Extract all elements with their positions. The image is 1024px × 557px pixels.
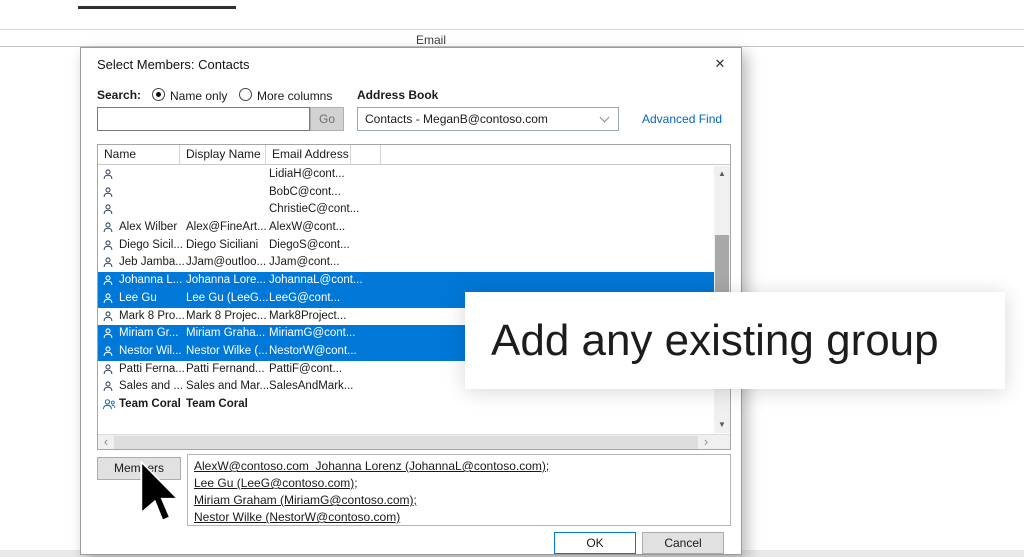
column-header-display-name[interactable]: Display Name [180,145,266,165]
background-tab-indicator [78,6,236,9]
contact-email: Mark8Project... [269,308,419,326]
scroll-up-icon[interactable]: ▲ [714,166,730,182]
contact-name: Diego Sicil... [119,237,184,255]
horizontal-scrollbar-thumb[interactable] [114,436,698,449]
contact-email: JohannaL@cont... [269,272,419,290]
contact-display-name: Johanna Lore... [186,272,268,290]
contact-row[interactable]: Jeb Jamba... JJam@outloo... JJam@cont... [98,254,714,272]
contact-name: Sales and ... [119,378,184,396]
background-email-label: Email [416,33,446,47]
person-icon [102,345,114,358]
contact-name: Alex Wilber [119,219,184,237]
contact-name: Mark 8 Pro... [119,308,184,326]
contact-display-name: Team Coral [186,396,268,414]
contact-email: PattiF@cont... [269,361,419,379]
contact-row[interactable]: Diego Sicil... Diego Siciliani DiegoS@co… [98,237,714,255]
radio-name-only[interactable] [152,88,165,101]
member-entry: Nestor Wilke (NestorW@contoso.com) [194,509,724,526]
go-button[interactable]: Go [310,107,344,131]
scroll-left-icon[interactable]: ‹ [98,435,114,450]
contact-email: SalesAndMark... [269,378,419,396]
contact-display-name: Patti Fernand... [186,361,268,379]
contact-display-name: Lee Gu (LeeG... [186,290,268,308]
advanced-find-link[interactable]: Advanced Find [642,112,722,126]
contact-name: Jeb Jamba... [119,254,184,272]
person-icon [102,292,114,305]
member-entry: Miriam Graham (MiriamG@contoso.com); [194,492,724,509]
scroll-right-icon[interactable]: › [698,435,714,450]
person-icon [102,310,114,323]
person-icon [102,221,114,234]
radio-name-only-label[interactable]: Name only [170,89,227,103]
contact-email: LidiaH@cont... [269,166,419,184]
person-icon [102,327,114,340]
contact-display-name: Nestor Wilke (... [186,343,268,361]
person-icon [102,363,114,376]
member-entry: Lee Gu (LeeG@contoso.com); [194,475,724,492]
contact-email: NestorW@cont... [269,343,419,361]
contact-display-name: Diego Siciliani [186,237,268,255]
radio-more-columns-label[interactable]: More columns [257,89,332,103]
column-header-name[interactable]: Name [98,145,180,165]
contact-display-name: Sales and Mar... [186,378,268,396]
contact-email: DiegoS@cont... [269,237,419,255]
contact-name: Lee Gu [119,290,184,308]
person-icon [102,274,114,287]
dialog-title: Select Members: Contacts [97,57,249,72]
horizontal-scrollbar[interactable]: ‹ › [98,434,730,449]
contact-name: Patti Ferna... [119,361,184,379]
contact-display-name: JJam@outloo... [186,254,268,272]
address-book-label: Address Book [357,88,438,102]
contact-name: Team Coral [119,396,184,414]
contact-email: BobC@cont... [269,184,419,202]
contact-row[interactable]: ChristieC@cont... [98,201,714,219]
column-header-email-address[interactable]: Email Address [266,145,351,165]
contact-email: AlexW@cont... [269,219,419,237]
contact-display-name: Mark 8 Projec... [186,308,268,326]
cancel-button[interactable]: Cancel [642,532,724,554]
contact-display-name: Miriam Graha... [186,325,268,343]
search-label: Search: [97,88,141,102]
background-divider [0,29,1024,30]
contact-email: MiriamG@cont... [269,325,419,343]
callout-banner: Add any existing group [465,292,1005,389]
close-icon[interactable]: ✕ [707,53,733,75]
contact-name: Miriam Gr... [119,325,184,343]
contact-name: Nestor Wil... [119,343,184,361]
contact-row[interactable]: Alex Wilber Alex@FineArt... AlexW@cont..… [98,219,714,237]
address-book-value: Contacts - MeganB@contoso.com [365,112,548,126]
callout-text: Add any existing group [491,316,939,366]
chevron-down-icon [600,113,610,123]
contact-name: Johanna L... [119,272,184,290]
address-book-dropdown[interactable]: Contacts - MeganB@contoso.com [357,107,619,131]
member-entry: AlexW@contoso.com Johanna Lorenz (Johann… [194,458,724,475]
contact-email: ChristieC@cont... [269,201,419,219]
scroll-down-icon[interactable]: ▼ [714,417,730,433]
person-icon [102,186,114,199]
contact-list-header: Name Display Name Email Address [98,145,730,165]
contact-row[interactable]: LidiaH@cont... [98,166,714,184]
contact-row[interactable]: BobC@cont... [98,184,714,202]
person-icon [102,380,114,393]
contact-row[interactable]: Johanna L... Johanna Lore... JohannaL@co… [98,272,714,290]
contact-email: LeeG@cont... [269,290,419,308]
person-icon [102,239,114,252]
person-icon [102,256,114,269]
contact-email: JJam@cont... [269,254,419,272]
person-icon [102,203,114,216]
group-icon [102,398,116,411]
contact-row[interactable]: Team Coral Team Coral [98,396,714,414]
ok-button[interactable]: OK [554,532,636,554]
column-header-blank [351,145,381,165]
cursor-arrow-icon [140,461,180,523]
radio-more-columns[interactable] [239,88,252,101]
search-input[interactable] [97,107,310,131]
members-field[interactable]: AlexW@contoso.com Johanna Lorenz (Johann… [187,454,731,526]
contact-display-name: Alex@FineArt... [186,219,268,237]
person-icon [102,168,114,181]
